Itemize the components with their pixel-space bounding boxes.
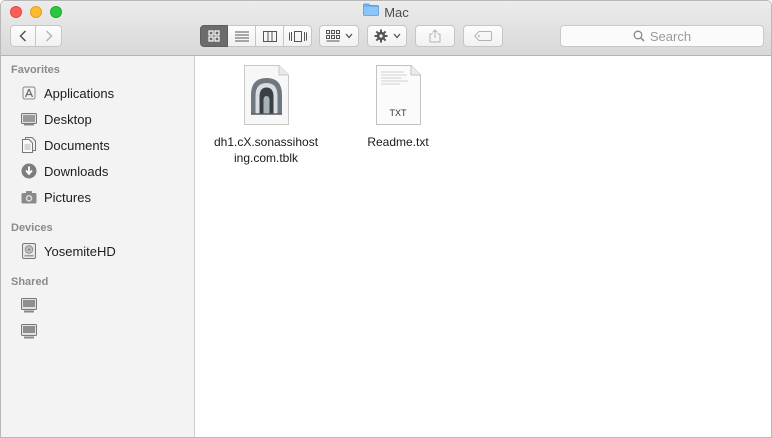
- tunnelblick-config-icon: [242, 64, 290, 126]
- file-item-readme[interactable]: TXT Readme.txt: [345, 64, 451, 150]
- file-browser: dh1.cX.sonassihost ing.com.tblk TXT Read…: [195, 56, 771, 437]
- icon-view-icon: [208, 30, 220, 42]
- favorites-header: Favorites: [11, 64, 60, 76]
- pictures-icon: [20, 188, 38, 206]
- sidebar-item-shared-computer[interactable]: [20, 294, 44, 316]
- cover-flow-view-button[interactable]: [284, 25, 312, 47]
- window-title: Mac: [1, 3, 771, 22]
- folder-icon: [363, 3, 380, 21]
- sidebar-item-pictures[interactable]: Pictures: [20, 186, 91, 208]
- sidebar-item-label: Pictures: [44, 189, 91, 205]
- view-mode-selector: [200, 25, 312, 47]
- computer-icon: [20, 322, 38, 340]
- column-view-button[interactable]: [256, 25, 284, 47]
- txt-document-icon: TXT: [374, 64, 422, 126]
- chevron-right-icon: [45, 30, 53, 42]
- file-name-line2: ing.com.tblk: [233, 151, 299, 165]
- finder-window: Mac Search Favorites Applications Deskto…: [0, 0, 772, 438]
- sidebar-item-shared-computer[interactable]: [20, 320, 44, 342]
- txt-badge: TXT: [389, 108, 407, 118]
- back-button[interactable]: [10, 25, 36, 47]
- sidebar-item-label: Desktop: [44, 111, 92, 127]
- hard-drive-icon: [20, 242, 38, 260]
- tag-button[interactable]: [463, 25, 503, 47]
- sidebar-item-yosemitehd[interactable]: YosemiteHD: [20, 240, 116, 262]
- shared-header: Shared: [11, 276, 49, 288]
- sidebar-item-documents[interactable]: Documents: [20, 134, 110, 156]
- share-button[interactable]: [415, 25, 455, 47]
- downloads-icon: [20, 162, 38, 180]
- sidebar-item-label: Documents: [44, 137, 110, 153]
- cover-flow-view-icon: [288, 30, 307, 42]
- chevron-left-icon: [19, 30, 27, 42]
- tag-icon: [474, 31, 492, 41]
- sidebar-item-desktop[interactable]: Desktop: [20, 108, 92, 130]
- action-menu-button[interactable]: [367, 25, 407, 47]
- arrange-button[interactable]: [319, 25, 359, 47]
- documents-icon: [20, 136, 38, 154]
- sidebar: Favorites Applications Desktop Documents…: [1, 56, 195, 437]
- sidebar-item-label: Applications: [44, 85, 115, 101]
- computer-icon: [20, 296, 38, 314]
- list-view-icon: [234, 31, 249, 41]
- chevron-down-icon: [393, 33, 400, 39]
- title-bar: Mac Search: [1, 1, 771, 56]
- desktop-icon: [20, 110, 38, 128]
- devices-header: Devices: [11, 222, 53, 234]
- sidebar-item-applications[interactable]: Applications: [20, 82, 114, 104]
- file-name-line1: Readme.txt: [367, 135, 429, 149]
- search-placeholder: Search: [649, 28, 692, 44]
- list-view-button[interactable]: [228, 25, 256, 47]
- sidebar-item-downloads[interactable]: Downloads: [20, 160, 108, 182]
- arrange-grid-icon: [325, 30, 340, 42]
- forward-button[interactable]: [36, 25, 62, 47]
- sidebar-item-label: YosemiteHD: [44, 243, 116, 259]
- search-icon: [633, 30, 645, 42]
- column-view-icon: [262, 30, 277, 42]
- sidebar-item-label: Downloads: [44, 163, 109, 179]
- share-icon: [429, 29, 441, 43]
- applications-icon: [20, 84, 38, 102]
- file-name-line1: dh1.cX.sonassihost: [213, 135, 319, 149]
- search-field[interactable]: Search: [560, 25, 764, 47]
- file-item-tblk[interactable]: dh1.cX.sonassihost ing.com.tblk: [203, 64, 329, 166]
- icon-view-button[interactable]: [200, 25, 228, 47]
- gear-icon: [374, 29, 387, 43]
- chevron-down-icon: [345, 33, 352, 39]
- navigation-buttons: [10, 25, 62, 47]
- window-title-text: Mac: [384, 5, 409, 20]
